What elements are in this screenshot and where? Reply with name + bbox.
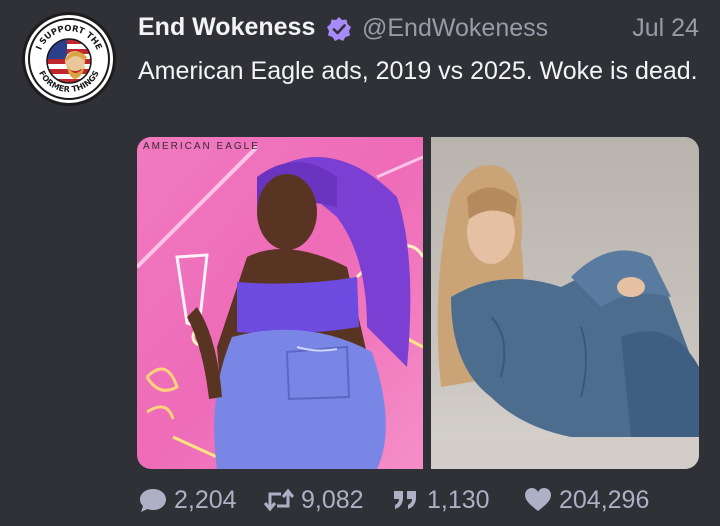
media-image-2019[interactable]: AMERICAN EAGLE bbox=[137, 137, 423, 469]
tweet-text: American Eagle ads, 2019 vs 2025. Woke i… bbox=[138, 57, 698, 85]
display-name[interactable]: End Wokeness bbox=[138, 13, 315, 42]
tweet-actions: 2,204 9,082 1,130 204,296 bbox=[138, 482, 698, 518]
avatar[interactable]: I SUPPORT THE FORMER THINGS bbox=[22, 12, 116, 106]
retweet-button[interactable]: 9,082 bbox=[263, 482, 364, 518]
reply-count: 2,204 bbox=[174, 485, 237, 514]
like-button[interactable]: 204,296 bbox=[523, 482, 649, 518]
like-count: 204,296 bbox=[559, 485, 650, 514]
verified-badge-icon bbox=[326, 16, 352, 42]
tweet-header: End Wokeness @EndWokeness Jul 24 bbox=[138, 10, 703, 46]
tweet-date[interactable]: Jul 24 bbox=[632, 14, 699, 43]
brand-watermark: AMERICAN EAGLE bbox=[143, 141, 260, 152]
media-image-2025[interactable] bbox=[431, 137, 699, 469]
retweet-arrows-icon bbox=[263, 488, 295, 512]
quote-count: 1,130 bbox=[427, 485, 490, 514]
reply-button[interactable]: 2,204 bbox=[138, 482, 237, 518]
tweet-media: AMERICAN EAGLE bbox=[137, 137, 699, 469]
avatar-logo-icon: I SUPPORT THE FORMER THINGS bbox=[26, 16, 112, 102]
quote-marks-icon bbox=[394, 491, 416, 509]
heart-icon bbox=[525, 488, 551, 511]
speech-bubble-icon bbox=[140, 489, 166, 512]
quote-button[interactable]: 1,130 bbox=[391, 482, 490, 518]
user-handle[interactable]: @EndWokeness bbox=[362, 14, 548, 43]
retweet-count: 9,082 bbox=[301, 485, 364, 514]
